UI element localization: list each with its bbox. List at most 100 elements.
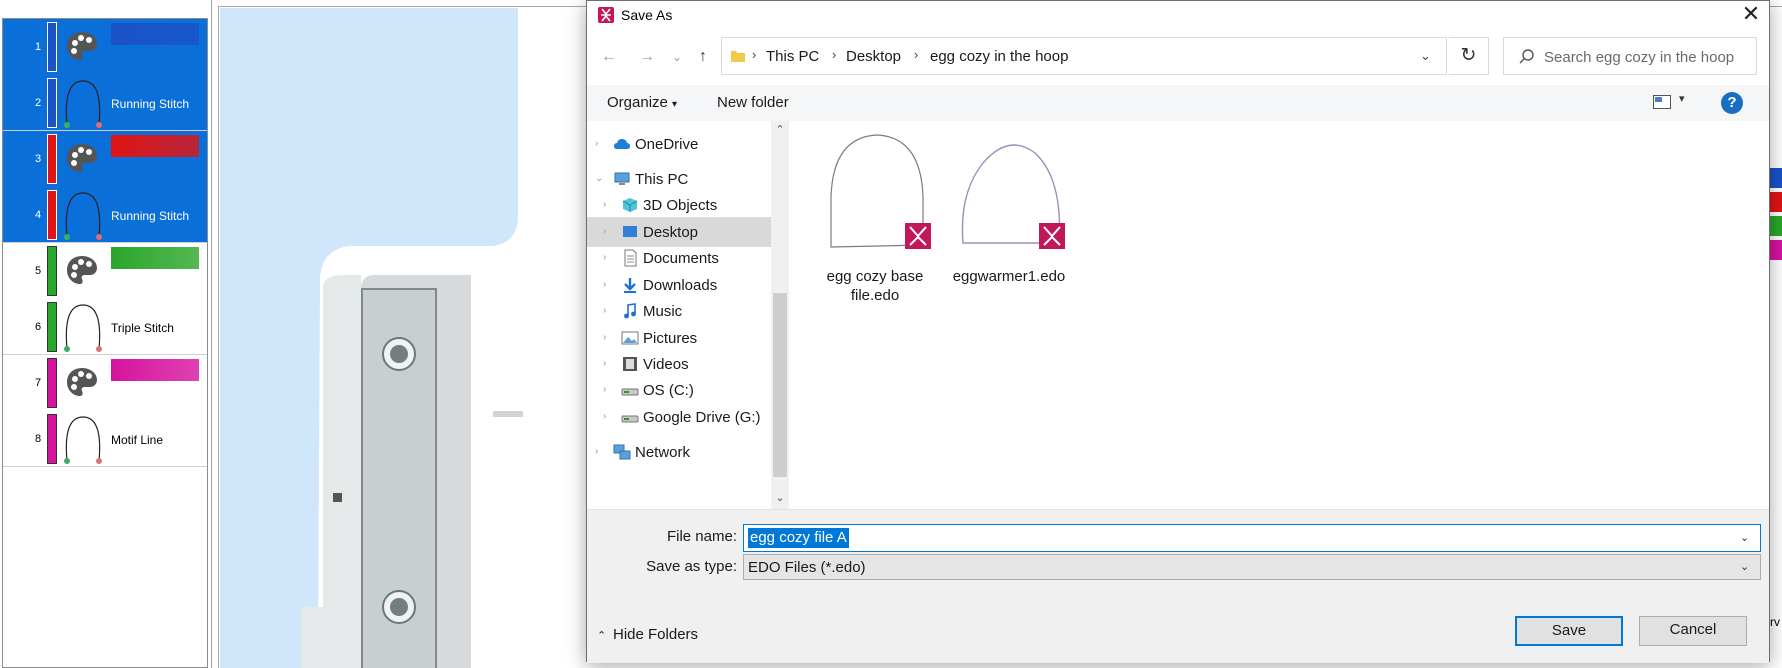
- sequence-stitch-row[interactable]: 4 Running Stitch: [3, 187, 207, 243]
- tree-expander-icon[interactable]: ›: [603, 358, 606, 369]
- tree-expander-icon[interactable]: ›: [603, 226, 606, 237]
- thread-color-bar: [47, 22, 57, 72]
- pictures-icon: [621, 331, 639, 345]
- nav-item-label: 3D Objects: [643, 197, 718, 214]
- file-name-label: File name:: [666, 528, 737, 545]
- videos-icon: [623, 357, 637, 371]
- tree-expander-icon[interactable]: ›: [595, 446, 598, 457]
- close-button[interactable]: ✕: [1733, 1, 1769, 29]
- save-button[interactable]: Save: [1515, 616, 1623, 646]
- file-name-input[interactable]: [748, 528, 1728, 548]
- thread-color-swatch[interactable]: [111, 135, 199, 157]
- chevron-down-icon[interactable]: ⌄: [771, 491, 789, 507]
- thread-color-bar: [47, 358, 57, 408]
- thread-color-swatch[interactable]: [111, 23, 199, 45]
- tree-expander-icon[interactable]: ›: [603, 199, 606, 210]
- nav-item-os-c[interactable]: › OS (C:): [587, 375, 771, 405]
- chevron-up-icon: ⌃: [597, 630, 607, 642]
- sequence-group[interactable]: 5 6 Triple Stitch: [3, 243, 207, 355]
- view-options-icon[interactable]: [1653, 95, 1671, 109]
- help-icon[interactable]: ?: [1721, 92, 1743, 114]
- nav-item-label: Music: [643, 303, 683, 320]
- breadcrumb-desktop[interactable]: Desktop: [846, 48, 901, 65]
- thread-color-swatch[interactable]: [111, 247, 199, 269]
- organize-menu[interactable]: Organize ▾: [607, 94, 677, 111]
- sequence-group[interactable]: 7 8 Motif Line: [3, 355, 207, 467]
- edge-color-strip-green: [1770, 216, 1782, 236]
- tree-expander-icon[interactable]: ›: [603, 411, 606, 422]
- back-arrow-icon[interactable]: ←: [597, 45, 621, 69]
- sequence-color-row[interactable]: 1: [3, 19, 207, 75]
- nav-item-google-drive-g[interactable]: › Google Drive (G:): [587, 402, 771, 432]
- nav-item-onedrive[interactable]: › OneDrive: [587, 129, 771, 159]
- edo-file-thumbnail-icon: [961, 144, 1065, 249]
- refresh-icon[interactable]: ↻: [1449, 37, 1489, 75]
- scrollbar-thumb[interactable]: [773, 293, 787, 477]
- dialog-titlebar[interactable]: Save As ✕: [587, 1, 1769, 31]
- file-name-selected-text: egg cozy file A: [748, 528, 849, 548]
- new-folder-button[interactable]: New folder: [717, 94, 789, 111]
- search-input[interactable]: [1544, 46, 1750, 68]
- sequence-group[interactable]: 3 4 Running Stitch: [3, 131, 207, 243]
- tree-expander-icon[interactable]: ⌄: [595, 173, 603, 184]
- nav-item-label: Google Drive (G:): [643, 409, 761, 426]
- stitch-type-label: Triple Stitch: [111, 321, 174, 335]
- save-options-area: File name: egg cozy file A ⌄ Save as typ…: [587, 509, 1769, 663]
- chevron-down-icon[interactable]: ⌄: [1420, 48, 1431, 64]
- nav-pane-scrollbar[interactable]: ⌃ ⌄: [771, 121, 789, 509]
- search-box[interactable]: [1503, 37, 1757, 75]
- download-icon: [624, 278, 636, 293]
- tree-expander-icon[interactable]: ›: [603, 279, 606, 290]
- chevron-up-icon[interactable]: ⌃: [771, 123, 789, 139]
- chevron-down-icon[interactable]: ⌄: [1740, 531, 1749, 544]
- up-arrow-icon[interactable]: ↑: [691, 45, 715, 69]
- hide-folders-toggle[interactable]: ⌃ Hide Folders: [597, 626, 698, 650]
- nav-item-documents[interactable]: › Documents: [587, 243, 771, 273]
- sequence-group[interactable]: 1 2 Running Stitch: [3, 19, 207, 131]
- save-as-type-select[interactable]: EDO Files (*.edo) ⌄: [743, 554, 1761, 580]
- sequence-stitch-row[interactable]: 6 Triple Stitch: [3, 299, 207, 355]
- edge-label: rv: [1770, 615, 1780, 629]
- nav-item-3d-objects[interactable]: › 3D Objects: [587, 190, 771, 220]
- tree-expander-icon[interactable]: ›: [603, 384, 606, 395]
- nav-item-network[interactable]: › Network: [587, 437, 771, 467]
- breadcrumb-current-folder[interactable]: egg cozy in the hoop: [930, 48, 1068, 65]
- forward-arrow-icon[interactable]: →: [635, 45, 659, 69]
- file-list: egg cozy base file.edo eggwarmer1.edo: [789, 121, 1769, 509]
- navigation-bar: ← → ⌄ ↑ › This PC › Desktop › egg cozy i…: [587, 37, 1769, 77]
- recent-locations-icon[interactable]: ⌄: [665, 45, 689, 69]
- app-icon: [598, 7, 614, 23]
- thread-color-bar: [47, 134, 57, 184]
- file-item[interactable]: eggwarmer1.edo: [947, 133, 1071, 293]
- tree-expander-icon[interactable]: ›: [603, 332, 606, 343]
- sequence-color-row[interactable]: 7: [3, 355, 207, 411]
- drive-icon: [621, 415, 639, 423]
- drive-icon: [621, 388, 639, 396]
- palette-icon: [67, 256, 97, 284]
- hide-folders-label: Hide Folders: [613, 626, 699, 643]
- sequence-stitch-row[interactable]: 2 Running Stitch: [3, 75, 207, 131]
- nav-item-label: This PC: [635, 171, 689, 188]
- tree-expander-icon[interactable]: ›: [603, 252, 606, 263]
- breadcrumb-separator-icon: ›: [832, 47, 837, 62]
- sequence-stitch-row[interactable]: 8 Motif Line: [3, 411, 207, 467]
- music-icon: [624, 303, 636, 319]
- tree-expander-icon[interactable]: ›: [603, 305, 606, 316]
- sequence-color-row[interactable]: 5: [3, 243, 207, 299]
- sequence-number: 1: [34, 41, 42, 53]
- caret-down-icon[interactable]: ▾: [1679, 92, 1685, 105]
- sequence-color-row[interactable]: 3: [3, 131, 207, 187]
- nav-item-music[interactable]: › Music: [587, 296, 771, 326]
- file-name-label: eggwarmer1.edo: [952, 268, 1066, 285]
- folder-icon: [731, 51, 745, 62]
- file-name-field[interactable]: egg cozy file A ⌄: [743, 524, 1761, 552]
- sequence-panel: 1 2 Running Stitch 3 4 Running Stitch 5 6 Triple…: [0, 0, 212, 668]
- tree-expander-icon[interactable]: ›: [595, 138, 598, 149]
- file-item[interactable]: egg cozy base file.edo: [813, 133, 937, 304]
- nav-item-label: Downloads: [643, 277, 718, 294]
- cloud-icon: [614, 139, 630, 149]
- breadcrumb-this-pc[interactable]: This PC: [766, 48, 819, 65]
- cancel-button[interactable]: Cancel: [1639, 616, 1747, 646]
- address-bar[interactable]: › This PC › Desktop › egg cozy in the ho…: [721, 37, 1447, 75]
- thread-color-swatch[interactable]: [111, 359, 199, 381]
